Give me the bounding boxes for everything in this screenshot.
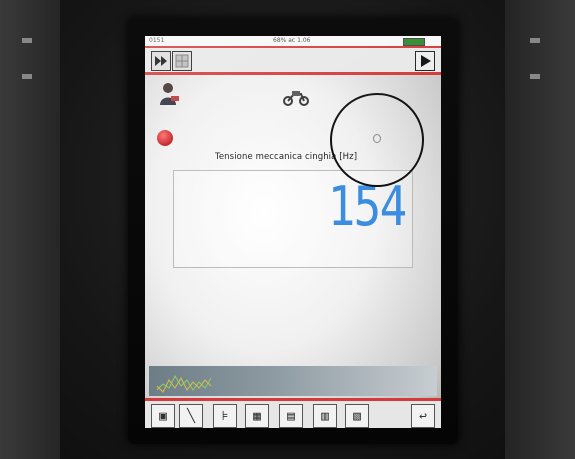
- rider-avatar-icon[interactable]: [159, 82, 181, 106]
- data-grid-icon: ▦: [253, 408, 261, 424]
- top-toolbar: [145, 48, 441, 75]
- battery-icon: [403, 38, 425, 46]
- play-button[interactable]: [415, 51, 435, 71]
- exit-button[interactable]: ↩: [411, 404, 435, 428]
- grid-button[interactable]: [172, 51, 192, 71]
- chart-button[interactable]: ▥: [313, 404, 337, 428]
- motorcycle-icon[interactable]: [283, 88, 309, 106]
- right-wall: [505, 0, 575, 459]
- wall-mark: [22, 74, 32, 79]
- cursor-dot: [373, 134, 381, 143]
- waveform: [156, 374, 212, 393]
- fast-forward-button[interactable]: [151, 51, 171, 71]
- status-info: 68% ac 1.06: [273, 37, 311, 44]
- tools-button[interactable]: ▧: [345, 404, 369, 428]
- play-icon: [421, 55, 431, 67]
- device-screen: 0151 68% ac 1.06 Tensione meccanica cing…: [145, 36, 441, 428]
- wall-mark: [530, 38, 540, 43]
- grid-icon: [175, 54, 189, 68]
- monitor-button[interactable]: ▣: [151, 404, 175, 428]
- wrench-button[interactable]: ╲: [179, 404, 203, 428]
- wall-mark: [22, 38, 32, 43]
- table-button[interactable]: ▤: [279, 404, 303, 428]
- signal-graph: [149, 366, 437, 396]
- data-grid-button[interactable]: ▦: [245, 404, 269, 428]
- fast-forward-icon: [155, 56, 167, 66]
- sensor-icon: ⊧: [221, 408, 229, 424]
- status-led: [157, 130, 173, 146]
- table-icon: ▤: [287, 408, 295, 424]
- wrench-icon: ╲: [187, 408, 195, 424]
- left-wall: [0, 0, 60, 459]
- sensor-button[interactable]: ⊧: [213, 404, 237, 428]
- wall-mark: [530, 74, 540, 79]
- tools-icon: ▧: [353, 408, 361, 424]
- exit-icon: ↩: [419, 408, 427, 424]
- chart-icon: ▥: [321, 408, 329, 424]
- monitor-icon: ▣: [159, 408, 167, 424]
- status-time: 0151: [149, 37, 165, 44]
- bottom-toolbar: ▣ ╲ ⊧ ▦ ▤ ▥ ▧ ↩: [145, 398, 441, 428]
- status-bar: 0151 68% ac 1.06: [145, 36, 441, 48]
